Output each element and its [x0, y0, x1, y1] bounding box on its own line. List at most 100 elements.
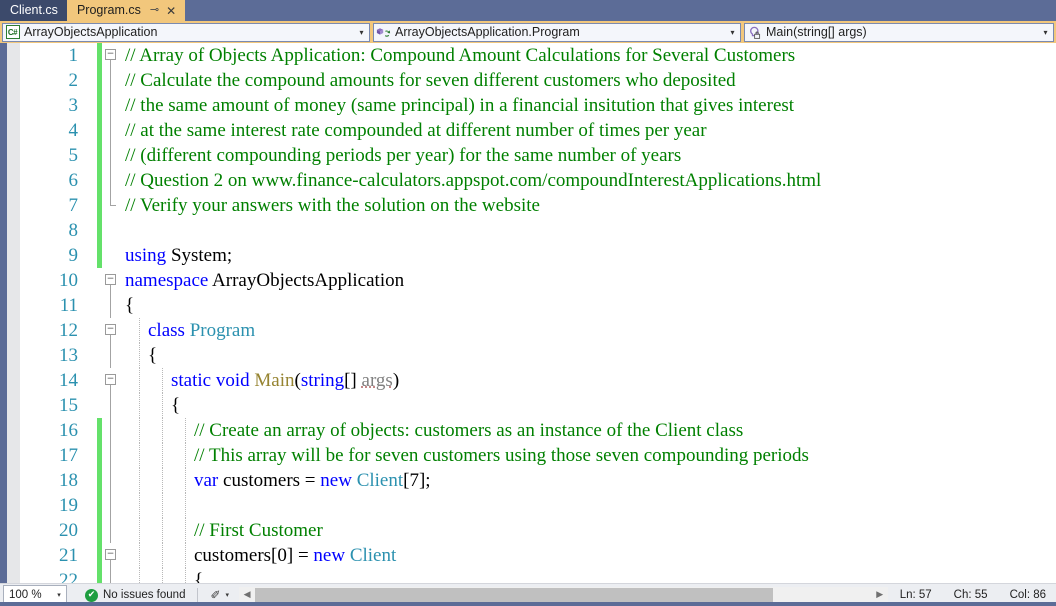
code-text[interactable]: // Calculate the compound amounts for se… — [120, 68, 1056, 93]
issues-status[interactable]: ✔ No issues found — [85, 588, 185, 602]
code-line[interactable]: 4 // at the same interest rate compounded… — [20, 118, 1056, 143]
code-text[interactable]: // at the same interest rate compounded … — [120, 118, 1056, 143]
line-number: 12 — [59, 320, 78, 341]
fold-collapse-icon[interactable]: − — [105, 549, 116, 560]
fold-margin[interactable] — [102, 193, 120, 218]
fold-margin[interactable] — [102, 118, 120, 143]
code-text[interactable]: // Array of Objects Application: Compoun… — [120, 43, 1056, 68]
type-dropdown[interactable]: ArrayObjectsApplication.Program ▾ — [373, 22, 741, 42]
scroll-left-arrow-icon[interactable]: ◀ — [239, 590, 255, 600]
fold-margin[interactable] — [102, 293, 120, 318]
code-text[interactable]: { — [120, 568, 1056, 583]
code-line[interactable]: 1 −// Array of Objects Application: Compo… — [20, 43, 1056, 68]
track-changes-tool[interactable]: ✐ ▾ — [210, 588, 229, 602]
member-dropdown[interactable]: Main(string[] args) ▾ — [744, 22, 1054, 42]
code-line[interactable]: 11 { — [20, 293, 1056, 318]
fold-collapse-icon[interactable]: − — [105, 374, 116, 385]
chevron-down-icon[interactable]: ▾ — [725, 24, 740, 41]
fold-margin[interactable]: − — [102, 368, 120, 393]
pin-icon[interactable]: ⊸ — [150, 5, 159, 16]
fold-margin[interactable]: − — [102, 268, 120, 293]
code-line[interactable]: 7 // Verify your answers with the solutio… — [20, 193, 1056, 218]
fold-margin[interactable] — [102, 393, 120, 418]
fold-margin[interactable] — [102, 93, 120, 118]
fold-margin[interactable] — [102, 468, 120, 493]
code-line[interactable]: 13 { — [20, 343, 1056, 368]
token-keyword: class — [148, 320, 190, 341]
fold-margin[interactable]: − — [102, 543, 120, 568]
code-text[interactable]: // (different compounding periods per ye… — [120, 143, 1056, 168]
code-line[interactable]: 21− customers[0] = new Client — [20, 543, 1056, 568]
fold-margin[interactable] — [102, 568, 120, 583]
chevron-down-icon[interactable]: ▾ — [226, 591, 230, 599]
fold-margin[interactable]: − — [102, 43, 120, 68]
code-line[interactable]: 8 — [20, 218, 1056, 243]
code-line[interactable]: 16 // Create an array of objects: custome… — [20, 418, 1056, 443]
chevron-down-icon[interactable]: ▾ — [354, 24, 369, 41]
code-text[interactable]: namespace ArrayObjectsApplication — [120, 268, 1056, 293]
code-line[interactable]: 14 − static void Main(string[] args) — [20, 368, 1056, 393]
fold-margin[interactable] — [102, 443, 120, 468]
code-text[interactable]: // Create an array of objects: customers… — [120, 418, 1056, 443]
code-line[interactable]: 15 { — [20, 393, 1056, 418]
fold-margin[interactable] — [102, 218, 120, 243]
code-surface[interactable]: 1−// Array of Objects Application: Compo… — [20, 43, 1056, 583]
fold-collapse-icon[interactable]: − — [105, 324, 116, 335]
fold-collapse-icon[interactable]: − — [105, 49, 116, 60]
code-text[interactable]: // First Customer — [120, 518, 1056, 543]
fold-margin[interactable] — [102, 493, 120, 518]
code-text[interactable]: { — [120, 393, 1056, 418]
code-text[interactable]: { — [120, 343, 1056, 368]
horizontal-scrollbar[interactable]: ◀ ▶ — [239, 586, 888, 604]
tab-program-cs[interactable]: Program.cs ⊸ ✕ — [66, 0, 186, 21]
code-text[interactable]: { — [120, 293, 1056, 318]
code-line[interactable]: 12 − class Program — [20, 318, 1056, 343]
code-text[interactable]: static void Main(string[] args) — [120, 368, 1056, 393]
fold-margin[interactable] — [102, 343, 120, 368]
code-line[interactable]: 9 using System; — [20, 243, 1056, 268]
navigation-bar: C# ArrayObjectsApplication ▾ ArrayObject… — [0, 21, 1056, 43]
token-plain: { — [125, 295, 135, 316]
chevron-down-icon[interactable]: ▾ — [52, 591, 66, 599]
fold-margin[interactable] — [102, 243, 120, 268]
project-dropdown[interactable]: C# ArrayObjectsApplication ▾ — [2, 22, 370, 42]
line-number: 11 — [59, 295, 78, 316]
scroll-right-arrow-icon[interactable]: ▶ — [872, 590, 888, 600]
code-line[interactable]: 17 // This array will be for seven custom… — [20, 443, 1056, 468]
editor-area: 1−// Array of Objects Application: Compo… — [0, 43, 1056, 583]
fold-margin[interactable] — [102, 168, 120, 193]
code-line[interactable]: 18 var customers = new Client[7]; — [20, 468, 1056, 493]
code-text[interactable] — [120, 493, 1056, 518]
tab-client-cs[interactable]: Client.cs — [0, 0, 67, 21]
code-text[interactable]: // This array will be for seven customer… — [120, 443, 1056, 468]
close-icon[interactable]: ✕ — [166, 5, 176, 17]
code-text[interactable]: // Verify your answers with the solution… — [120, 193, 1056, 218]
breakpoint-margin[interactable] — [7, 43, 20, 583]
code-line[interactable]: 10 − namespace ArrayObjectsApplication — [20, 268, 1056, 293]
scrollbar-thumb[interactable] — [255, 587, 774, 603]
fold-margin[interactable] — [102, 418, 120, 443]
code-text[interactable]: customers[0] = new Client — [120, 543, 1056, 568]
fold-margin[interactable] — [102, 143, 120, 168]
code-line[interactable]: 20 // First Customer — [20, 518, 1056, 543]
code-line[interactable]: 2 // Calculate the compound amounts for s… — [20, 68, 1056, 93]
code-tokens: // First Customer — [120, 520, 323, 541]
code-line[interactable]: 19 — [20, 493, 1056, 518]
code-text[interactable]: class Program — [120, 318, 1056, 343]
code-text[interactable] — [120, 218, 1056, 243]
code-line[interactable]: 3 // the same amount of money (same princ… — [20, 93, 1056, 118]
fold-margin[interactable]: − — [102, 318, 120, 343]
code-line[interactable]: 6 // Question 2 on www.finance-calculator… — [20, 168, 1056, 193]
chevron-down-icon[interactable]: ▾ — [1038, 24, 1053, 41]
code-line[interactable]: 22 { — [20, 568, 1056, 583]
token-type: Client — [349, 545, 397, 566]
code-text[interactable]: // the same amount of money (same princi… — [120, 93, 1056, 118]
fold-margin[interactable] — [102, 68, 120, 93]
code-line[interactable]: 5 // (different compounding periods per y… — [20, 143, 1056, 168]
code-text[interactable]: var customers = new Client[7]; — [120, 468, 1056, 493]
scrollbar-track[interactable] — [255, 587, 872, 603]
fold-margin[interactable] — [102, 518, 120, 543]
code-text[interactable]: // Question 2 on www.finance-calculators… — [120, 168, 1056, 193]
code-text[interactable]: using System; — [120, 243, 1056, 268]
fold-collapse-icon[interactable]: − — [105, 274, 116, 285]
